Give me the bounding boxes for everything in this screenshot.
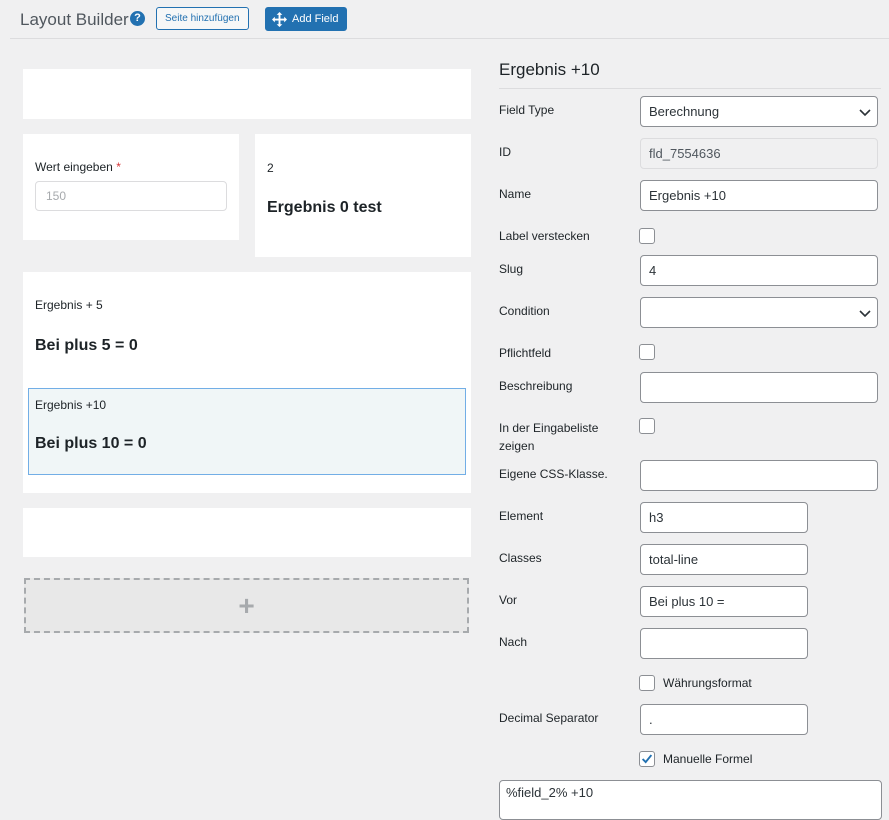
field-2-value: Ergebnis 0 test <box>267 199 382 216</box>
after-label: Nach <box>499 635 528 649</box>
classes-input[interactable]: total-line <box>640 544 808 575</box>
field-plus5-label: Ergebnis + 5 <box>35 298 103 312</box>
header-bar: Layout Builder ? Seite hinzufügen Add Fi… <box>10 6 889 39</box>
currency-label: Währungsformat <box>663 676 752 690</box>
description-label: Beschreibung <box>499 379 573 393</box>
description-input[interactable] <box>640 372 878 403</box>
page-title: Layout Builder <box>20 10 129 29</box>
add-field-label: Add Field <box>292 13 339 25</box>
input-field-card[interactable]: Wert eingeben * 150 <box>23 134 239 240</box>
field-2-label: 2 <box>267 161 274 175</box>
element-input[interactable]: h3 <box>640 502 808 533</box>
field-type-value: Berechnung <box>649 104 720 119</box>
required-label: Pflichtfeld <box>499 346 552 360</box>
add-page-button[interactable]: Seite hinzufügen <box>156 7 249 30</box>
before-label: Vor <box>499 593 518 607</box>
after-input[interactable] <box>640 628 808 659</box>
manual-formula-label: Manuelle Formel <box>663 752 753 766</box>
input-field-label: Wert eingeben * <box>35 160 121 174</box>
move-icon <box>272 11 287 27</box>
formula-textarea[interactable]: %field_2% +10 <box>499 780 882 820</box>
name-label: Name <box>499 187 532 201</box>
settings-divider <box>499 88 881 89</box>
empty-row-bottom[interactable] <box>23 508 471 557</box>
manual-formula-checkbox[interactable] <box>639 751 655 767</box>
field-plus5-value[interactable]: Bei plus 5 = 0 <box>35 337 138 355</box>
css-class-input[interactable] <box>640 460 878 491</box>
name-input[interactable]: Ergebnis +10 <box>640 180 878 211</box>
empty-row-top[interactable] <box>23 69 471 119</box>
required-mark: * <box>116 160 121 174</box>
currency-checkbox[interactable] <box>639 675 655 691</box>
field-plus10-label: Ergebnis +10 <box>35 398 107 412</box>
field-plus10-value: Bei plus 10 = 0 <box>35 435 147 452</box>
css-class-label: Eigene CSS-Klasse. <box>499 467 608 481</box>
value-input[interactable]: 150 <box>35 181 227 211</box>
settings-title: Ergebnis +10 <box>499 60 600 79</box>
condition-label: Condition <box>499 304 550 318</box>
decimal-separator-input[interactable]: . <box>640 704 808 735</box>
add-field-button[interactable]: Add Field <box>265 7 348 31</box>
hide-label-checkbox[interactable] <box>639 228 655 244</box>
chevron-down-icon <box>859 310 871 318</box>
id-label: ID <box>499 145 511 159</box>
before-input[interactable]: Bei plus 10 = <box>640 586 808 617</box>
field-plus10-selected[interactable]: Ergebnis +10 Bei plus 10 = 0 <box>28 388 466 475</box>
slug-input[interactable]: 4 <box>640 255 878 286</box>
field-type-label: Field Type <box>499 103 555 117</box>
required-checkbox[interactable] <box>639 344 655 360</box>
entry-list-checkbox[interactable] <box>639 418 655 434</box>
classes-label: Classes <box>499 551 542 565</box>
add-row-area[interactable]: + <box>24 578 469 633</box>
field-type-select[interactable]: Berechnung <box>640 96 878 127</box>
condition-select[interactable] <box>640 297 878 328</box>
chevron-down-icon <box>859 109 871 117</box>
entry-list-label: In der Eingabeliste zeigen <box>499 421 599 453</box>
hide-label-label: Label verstecken <box>499 229 590 243</box>
element-label: Element <box>499 509 544 523</box>
calc-row-card: Ergebnis + 5 Bei plus 5 = 0 Ergebnis +10… <box>23 272 471 493</box>
field-2-card[interactable]: 2 Ergebnis 0 test <box>255 134 471 257</box>
help-icon[interactable]: ? <box>130 11 145 26</box>
id-field: fld_7554636 <box>640 138 878 169</box>
decimal-separator-label: Decimal Separator <box>499 711 599 725</box>
plus-icon: + <box>238 589 255 621</box>
slug-label: Slug <box>499 262 524 276</box>
input-label-text: Wert eingeben <box>35 160 113 174</box>
checkmark-icon <box>641 754 653 764</box>
